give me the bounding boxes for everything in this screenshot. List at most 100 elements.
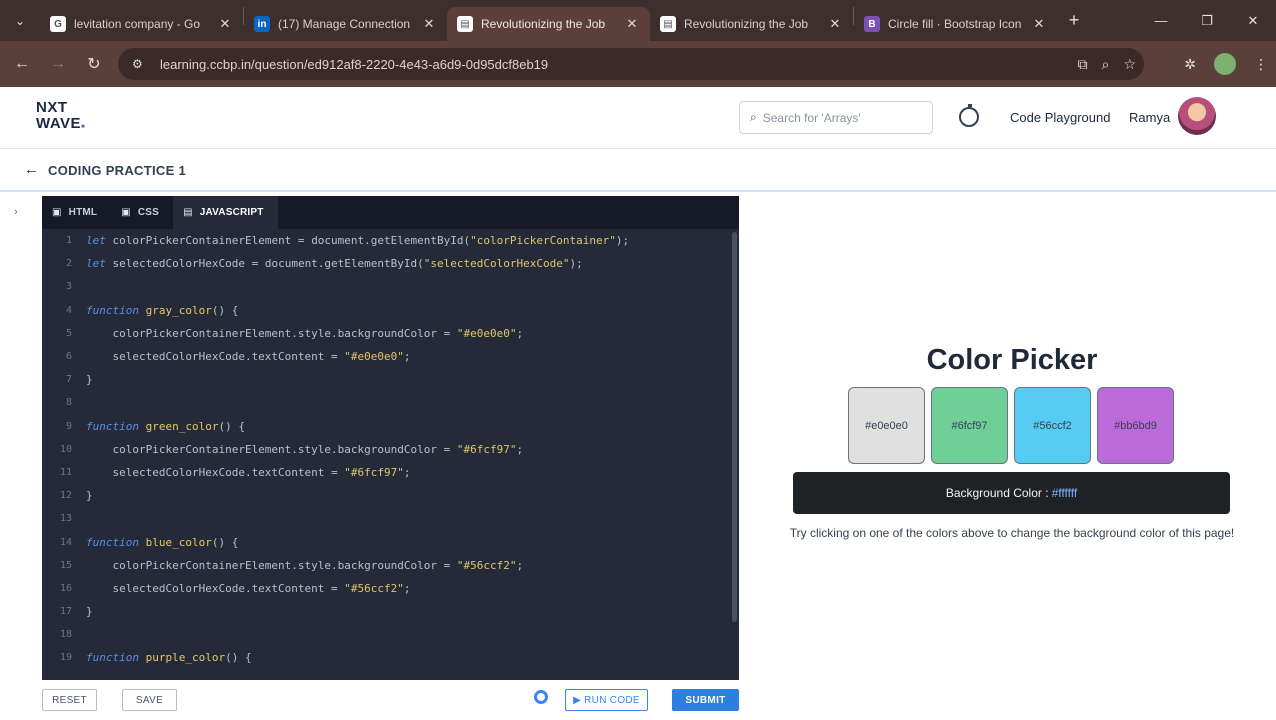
code-token: ); [615, 234, 630, 248]
minimize-icon[interactable]: — [1138, 0, 1184, 41]
code-line[interactable]: 19 function purple_color() { [42, 646, 732, 669]
color-swatch-button[interactable]: #bb6bd9 [1097, 387, 1174, 464]
browser-tab[interactable]: in (17) Manage Connection ✕ [244, 7, 447, 41]
code-line[interactable]: 14 function blue_color() { [42, 530, 732, 553]
settings-gear-icon[interactable] [534, 690, 548, 704]
code-line[interactable]: 6 selectedColorHexCode.textContent = "#e… [42, 345, 732, 368]
tab-javascript[interactable]: ▤ JAVASCRIPT [173, 196, 278, 229]
color-swatch-button[interactable]: #e0e0e0 [848, 387, 925, 464]
tab-close-icon[interactable]: ✕ [624, 16, 640, 32]
code-line[interactable]: 8 [42, 391, 732, 414]
line-number: 17 [59, 606, 72, 618]
tab-close-icon[interactable]: ✕ [421, 16, 437, 32]
code-line[interactable]: 7} [42, 368, 732, 391]
back-arrow-icon[interactable]: ← [24, 161, 39, 178]
site-info-icon[interactable]: ⚙ [132, 57, 148, 71]
tab-close-icon[interactable]: ✕ [827, 16, 843, 32]
code-line[interactable]: 9 function green_color() { [42, 415, 732, 438]
browser-tab[interactable]: B Circle fill · Bootstrap Icon ✕ [854, 7, 1057, 41]
code-line[interactable]: 3 [42, 275, 732, 298]
code-line[interactable]: 18 [42, 623, 732, 646]
restore-icon[interactable]: ❐ [1184, 0, 1230, 41]
url-text: learning.ccbp.in/question/ed912af8-2220-… [160, 56, 549, 72]
code-line[interactable]: 4 function gray_color() { [42, 299, 732, 322]
stopwatch-icon[interactable] [959, 104, 979, 127]
install-icon[interactable]: ⧉ [1078, 56, 1088, 73]
close-window-icon[interactable]: ✕ [1230, 0, 1276, 41]
omnibox-actions: ⧉ ⌕ ☆ [1078, 48, 1136, 80]
code-editor[interactable]: ▣ HTML ▣ CSS ▤ JAVASCRIPT 1 let colorPickerC… [42, 196, 739, 680]
menu-kebab-icon[interactable]: ⋮ [1254, 56, 1268, 73]
code-token: function [86, 303, 146, 317]
zoom-icon[interactable]: ⌕ [1102, 56, 1110, 73]
user-name[interactable]: Ramya [1129, 110, 1170, 125]
code-area[interactable]: 1 let colorPickerContainerElement = docum… [42, 229, 732, 670]
code-token: () { [211, 303, 239, 317]
code-line[interactable]: 1 let colorPickerContainerElement = docum… [42, 229, 732, 252]
code-line[interactable]: 12} [42, 484, 732, 507]
tab-close-icon[interactable]: ✕ [217, 16, 233, 32]
address-bar[interactable]: ⚙ learning.ccbp.in/question/ed912af8-222… [118, 48, 1144, 80]
line-number: 16 [59, 582, 72, 594]
logo-bottom: WAVE■ [36, 116, 85, 135]
forward-icon[interactable]: → [40, 55, 76, 73]
back-icon[interactable]: ← [4, 55, 40, 73]
browser-tab[interactable]: ▤ Revolutionizing the Job ✕ [447, 7, 650, 41]
tab-html[interactable]: ▣ HTML [42, 196, 111, 229]
user-avatar[interactable] [1178, 97, 1216, 135]
code-playground-link[interactable]: Code Playground [1010, 110, 1110, 125]
code-line[interactable]: 16 selectedColorHexCode.textContent = "#… [42, 577, 732, 600]
code-line[interactable]: 10 colorPickerContainerElement.style.bac… [42, 438, 732, 461]
search-box[interactable]: ⌕ Search for 'Arrays' [739, 101, 933, 134]
code-token: ; [516, 326, 524, 340]
reload-icon[interactable]: ↻ [76, 54, 112, 74]
code-token: } [86, 489, 93, 503]
code-token: blue_color [145, 535, 212, 549]
code-token: document.getElementById( [311, 234, 471, 248]
line-number: 13 [59, 513, 72, 525]
expand-panel-icon[interactable]: › [14, 206, 18, 218]
reset-button[interactable]: RESET [42, 689, 97, 711]
code-token: colorPickerContainerElement = [112, 234, 312, 248]
code-line[interactable]: 17} [42, 600, 732, 623]
code-token: selectedColorHexCode.textContent = [86, 581, 345, 595]
code-line[interactable]: 2 let selectedColorHexCode = document.get… [42, 252, 732, 275]
browser-tab[interactable]: Glevitation company - Go ✕ [40, 7, 243, 41]
code-token: "#6fcf97" [344, 465, 404, 479]
search-icon: ⌕ [750, 110, 757, 124]
code-line[interactable]: 13 [42, 507, 732, 530]
nxtwave-logo[interactable]: NXT WAVE■ [36, 100, 85, 135]
code-line[interactable]: 15 colorPickerContainerElement.style.bac… [42, 554, 732, 577]
code-token: document.getElementById( [264, 257, 424, 271]
tab-css-label: CSS [137, 207, 160, 218]
file-icon: ▣ [52, 207, 62, 218]
extensions-icon[interactable]: ✲ [1184, 56, 1196, 73]
tab-favicon-icon: B [864, 16, 880, 32]
bookmark-star-icon[interactable]: ☆ [1123, 56, 1136, 73]
profile-avatar[interactable] [1214, 53, 1236, 75]
code-token: selectedColorHexCode.textContent = [86, 350, 345, 364]
tab-javascript-label: JAVASCRIPT [199, 207, 264, 218]
save-button[interactable]: SAVE [122, 689, 177, 711]
file-icon: ▤ [183, 207, 193, 218]
tab-close-icon[interactable]: ✕ [1031, 16, 1047, 32]
submit-button[interactable]: SUBMIT [672, 689, 739, 711]
code-line[interactable]: 11 selectedColorHexCode.textContent = "#… [42, 461, 732, 484]
color-swatch-button[interactable]: #56ccf2 [1014, 387, 1091, 464]
tab-title: levitation company - Go [74, 17, 201, 31]
code-token: let [86, 257, 113, 271]
new-tab-button[interactable]: + [1057, 10, 1091, 31]
editor-scrollbar[interactable] [732, 232, 737, 622]
tab-search-icon[interactable]: ⌄ [0, 0, 40, 41]
code-line[interactable]: 5 colorPickerContainerElement.style.back… [42, 322, 732, 345]
tab-css[interactable]: ▣ CSS [111, 196, 173, 229]
instruction-text: Try clicking on one of the colors above … [789, 526, 1235, 540]
run-code-button[interactable]: ▶ RUN CODE [565, 689, 648, 711]
code-token: green_color [145, 419, 219, 433]
background-color-display: Background Color : #ffffff [793, 472, 1230, 514]
preview-title: Color Picker [926, 344, 1098, 376]
code-token: selectedColorHexCode.textContent = [86, 465, 345, 479]
tab-strip: Glevitation company - Go ✕ in (17) Manage C… [40, 0, 1057, 41]
color-swatch-button[interactable]: #6fcf97 [931, 387, 1008, 464]
browser-tab[interactable]: ▤ Revolutionizing the Job ✕ [650, 7, 853, 41]
